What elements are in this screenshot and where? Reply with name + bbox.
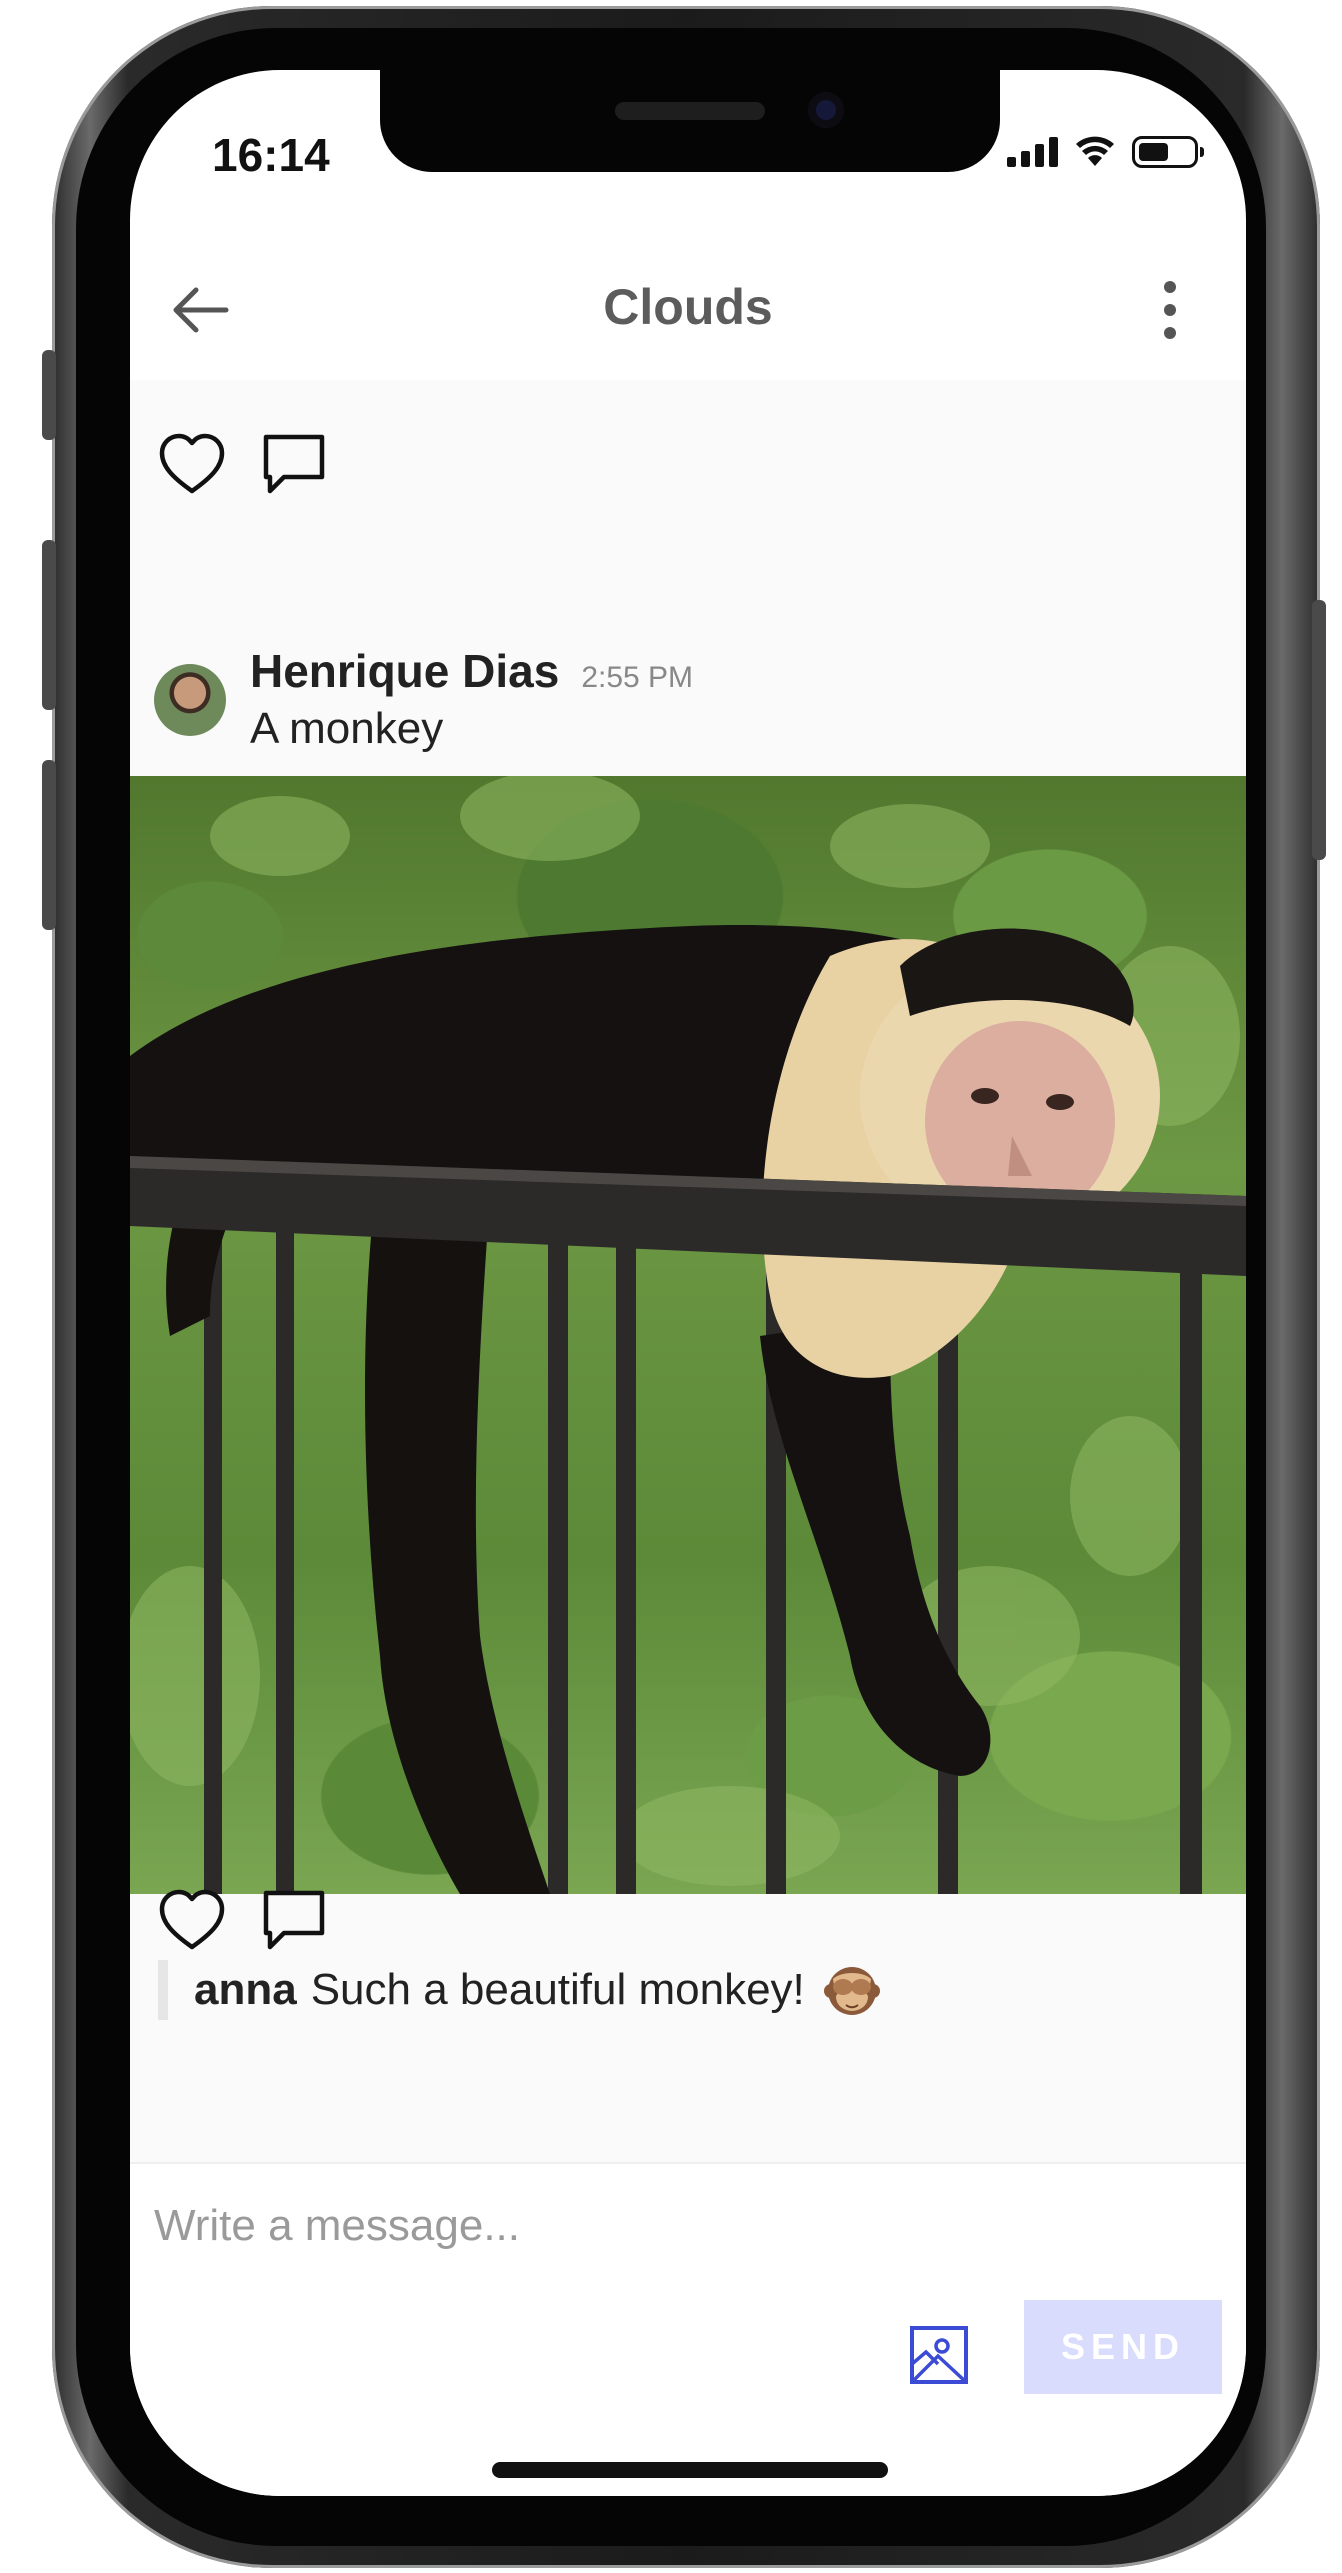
post-timestamp: 2:55 PM (581, 661, 694, 694)
home-indicator[interactable] (492, 2462, 888, 2478)
comment-button[interactable] (258, 428, 330, 500)
monkey-illustration (130, 776, 1246, 1894)
volume-up-button (42, 540, 56, 710)
mute-switch (42, 350, 56, 440)
comment-text: Such a beautiful monkey! (310, 1965, 805, 2014)
previous-post-actions (156, 428, 330, 500)
battery-icon (1132, 136, 1204, 168)
cellular-signal-icon (1007, 137, 1058, 167)
volume-down-button (42, 760, 56, 930)
heart-icon (159, 433, 225, 494)
comment: anna Such a beautiful monkey! (158, 1960, 881, 2020)
comment-indent-bar (158, 1960, 168, 2020)
like-button[interactable] (156, 1884, 228, 1956)
message-composer: SEND (130, 2162, 1246, 2496)
status-time: 16:14 (212, 129, 330, 181)
dot-icon (1164, 327, 1176, 339)
app-header: Clouds (130, 240, 1246, 380)
status-icons (1007, 136, 1204, 168)
more-options-button[interactable] (1150, 270, 1190, 350)
like-button[interactable] (156, 428, 228, 500)
post-caption: A monkey (250, 704, 444, 753)
comment-author[interactable]: anna (194, 1965, 297, 2015)
post-header: Henrique Dias 2:55 PM A monkey (154, 644, 693, 754)
wifi-icon (1076, 136, 1114, 166)
page-title: Clouds (603, 279, 773, 335)
message-input[interactable] (154, 2186, 1214, 2266)
screen: 16:14 Clouds Henrique Dias 2:55 PM A mon… (130, 70, 1246, 2496)
notch (380, 70, 1000, 172)
comment-button[interactable] (258, 1884, 330, 1956)
message-feed[interactable]: Henrique Dias 2:55 PM A monkey anna Such… (130, 350, 1246, 2162)
dot-icon (1164, 281, 1176, 293)
comment-icon (263, 434, 325, 494)
see-no-evil-monkey-icon (823, 1967, 880, 2015)
post-photo[interactable] (130, 776, 1246, 1894)
power-button (1312, 600, 1326, 860)
image-icon (910, 2326, 968, 2384)
avatar[interactable] (154, 664, 226, 736)
front-camera (808, 92, 844, 128)
author-line: Henrique Dias 2:55 PM (250, 644, 693, 698)
heart-icon (159, 1889, 225, 1950)
post-author[interactable]: Henrique Dias (250, 644, 559, 698)
comment-icon (263, 1890, 325, 1950)
speaker (615, 102, 765, 120)
post-text: Henrique Dias 2:55 PM A monkey (250, 644, 693, 754)
send-button[interactable]: SEND (1024, 2300, 1222, 2394)
dot-icon (1164, 304, 1176, 316)
attach-image-button[interactable] (906, 2322, 972, 2388)
post-actions (156, 1884, 330, 1956)
